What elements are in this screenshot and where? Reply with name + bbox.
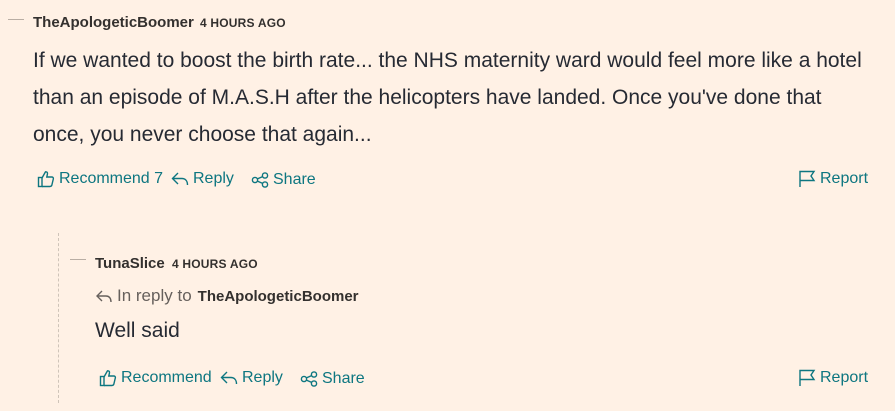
reply-button[interactable]: Reply xyxy=(171,170,234,188)
share-label: Share xyxy=(322,370,365,387)
comment-body-line: once, you never choose that again... xyxy=(33,123,372,146)
recommend-label: Recommend 7 xyxy=(59,170,164,187)
recommend-button[interactable]: Recommend 7 xyxy=(37,170,163,188)
report-button[interactable]: Report xyxy=(798,170,868,188)
reply-label: Reply xyxy=(242,369,283,386)
report-label: Report xyxy=(820,369,869,386)
reply-arrow-icon xyxy=(96,290,112,303)
comment-body-line: than an episode of M.A.S.H after the hel… xyxy=(33,86,822,109)
comment-body-line: If we wanted to boost the birth rate... … xyxy=(33,49,862,72)
comment-body: If we wanted to boost the birth rate... … xyxy=(33,42,862,153)
in-reply-to-author[interactable]: TheApologeticBoomer xyxy=(198,288,359,305)
comment-body: Well said xyxy=(95,319,180,342)
share-icon xyxy=(300,371,318,387)
in-reply-to: In reply to TheApologeticBoomer xyxy=(95,286,359,306)
comment-timestamp: 4 HOURS AGO xyxy=(172,257,258,271)
recommend-label: Recommend xyxy=(121,369,212,386)
share-label: Share xyxy=(273,171,316,188)
reply-comment: TunaSlice 4 HOURS AGO In reply to TheApo… xyxy=(0,230,895,411)
recommend-button[interactable]: Recommend xyxy=(99,369,212,387)
reply-button[interactable]: Reply xyxy=(220,369,283,387)
flag-icon xyxy=(799,170,816,187)
report-button[interactable]: Report xyxy=(798,369,868,387)
comment-divider xyxy=(8,19,24,20)
share-button[interactable]: Share xyxy=(300,370,365,388)
report-label: Report xyxy=(820,170,869,187)
comment-author[interactable]: TheApologeticBoomer xyxy=(33,14,194,31)
reply-arrow-icon xyxy=(220,371,238,385)
share-button[interactable]: Share xyxy=(251,171,316,189)
thumbs-up-icon xyxy=(37,171,55,188)
thumbs-up-icon xyxy=(99,370,117,387)
comment-timestamp: 4 HOURS AGO xyxy=(200,16,286,30)
comment: TheApologeticBoomer 4 HOURS AGO If we wa… xyxy=(0,0,895,205)
comment-author[interactable]: TunaSlice xyxy=(95,255,165,272)
share-icon xyxy=(251,172,269,188)
flag-icon xyxy=(799,369,816,386)
comment-divider xyxy=(70,259,86,260)
in-reply-to-label: In reply to xyxy=(117,286,192,305)
reply-label: Reply xyxy=(193,170,234,187)
reply-arrow-icon xyxy=(171,172,189,186)
